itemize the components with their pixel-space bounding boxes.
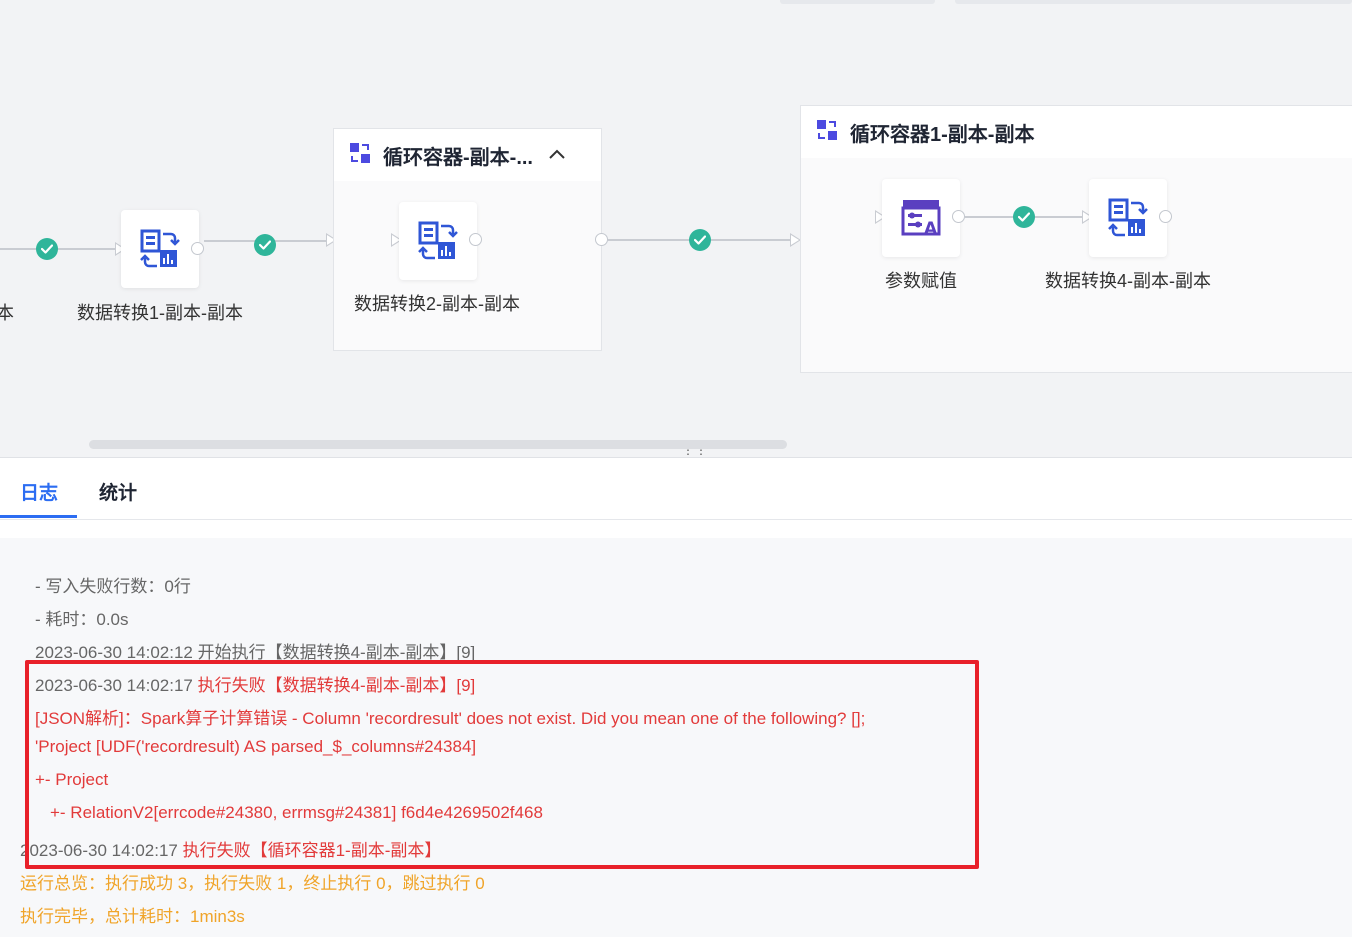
node-data-transform-2[interactable] bbox=[399, 202, 477, 280]
container-header: 循环容器-副本-... bbox=[334, 129, 601, 181]
success-check-icon bbox=[36, 238, 58, 260]
workflow-canvas[interactable]: 本 数据转换1-副本-副本 循环容器-副本-... 数据转换2-副本-副本 循环… bbox=[0, 0, 1352, 457]
loop-container-icon bbox=[816, 119, 838, 146]
log-line-summary: 执行完毕，总计耗时：1min3s bbox=[20, 907, 245, 926]
container-title: 循环容器-副本-... bbox=[383, 146, 533, 169]
log-line-summary: 运行总览：执行成功 3，执行失败 1，终止执行 0，跳过执行 0 bbox=[20, 874, 485, 893]
active-tab-indicator bbox=[0, 515, 77, 518]
loop-container[interactable]: 循环容器-副本-... 数据转换2-副本-副本 bbox=[333, 128, 602, 351]
log-line: - 耗时：0.0s bbox=[35, 610, 129, 629]
node-label-partial: 本 bbox=[0, 303, 14, 323]
panel-tabs: 日志 统计 bbox=[0, 458, 1352, 520]
container-output-port[interactable] bbox=[595, 233, 608, 246]
node-data-transform-4[interactable] bbox=[1089, 179, 1167, 257]
node-param-assign[interactable]: A bbox=[882, 179, 960, 257]
loop-container-icon bbox=[349, 142, 371, 169]
canvas-top-decoration bbox=[955, 0, 1352, 4]
success-check-icon bbox=[254, 234, 276, 256]
output-port[interactable] bbox=[191, 242, 204, 255]
container-header: 循环容器1-副本-副本 bbox=[801, 106, 1352, 158]
node-data-transform-1[interactable] bbox=[121, 210, 199, 288]
edge bbox=[0, 248, 118, 250]
node-label: 参数赋值 bbox=[885, 271, 957, 291]
loop-container-1[interactable]: 循环容器1-副本-副本 A 参数赋值 数据转换4-副本-副本 bbox=[800, 105, 1352, 373]
error-highlight-box bbox=[25, 660, 979, 869]
success-check-icon bbox=[1013, 206, 1035, 228]
node-label: 数据转换2-副本-副本 bbox=[354, 294, 520, 314]
data-transform-icon bbox=[1108, 198, 1148, 237]
collapse-chevron-up-icon[interactable] bbox=[549, 146, 565, 164]
tab-stats[interactable]: 统计 bbox=[99, 478, 137, 505]
param-assign-icon: A bbox=[901, 200, 941, 239]
output-port[interactable] bbox=[1159, 210, 1172, 223]
data-transform-icon bbox=[418, 221, 458, 260]
data-transform-icon bbox=[140, 229, 180, 268]
canvas-top-decoration bbox=[780, 0, 935, 4]
node-label: 数据转换1-副本-副本 bbox=[77, 303, 243, 323]
output-port[interactable] bbox=[952, 210, 965, 223]
log-line: - 写入失败行数：0行 bbox=[35, 577, 191, 596]
output-port[interactable] bbox=[469, 233, 482, 246]
svg-text:A: A bbox=[924, 219, 938, 239]
container-title: 循环容器1-副本-副本 bbox=[850, 123, 1035, 146]
success-check-icon bbox=[689, 229, 711, 251]
node-label: 数据转换4-副本-副本 bbox=[1045, 271, 1211, 291]
tab-log[interactable]: 日志 bbox=[20, 478, 58, 505]
